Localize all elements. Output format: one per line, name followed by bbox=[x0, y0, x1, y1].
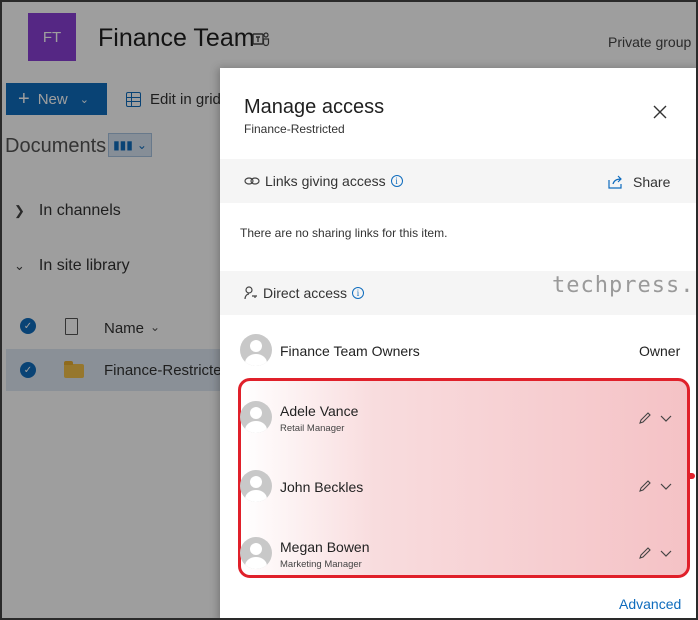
advanced-link[interactable]: Advanced bbox=[619, 596, 681, 612]
links-section-label: Links giving access bbox=[265, 173, 386, 189]
pencil-icon[interactable] bbox=[638, 546, 652, 560]
avatar bbox=[240, 470, 272, 502]
direct-access-label: Direct access bbox=[263, 285, 348, 301]
links-section-header: Links giving access i Share bbox=[220, 159, 696, 203]
permission-controls bbox=[638, 546, 672, 560]
links-section-title: Links giving access i bbox=[244, 173, 403, 189]
screenshot-frame: FT Finance Team Private group + New ⌄ Ed… bbox=[0, 0, 698, 620]
watermark-text: techpress.net bbox=[552, 273, 696, 298]
person-key-icon bbox=[244, 286, 257, 300]
member-title: Retail Manager bbox=[280, 423, 345, 434]
close-icon[interactable] bbox=[650, 102, 670, 122]
link-icon bbox=[244, 177, 260, 185]
member-name: Adele Vance bbox=[280, 403, 359, 419]
chevron-down-icon[interactable] bbox=[660, 547, 672, 559]
list-item-person[interactable]: Adele Vance Retail Manager bbox=[240, 401, 358, 434]
member-name: Finance Team Owners bbox=[280, 343, 420, 359]
chevron-down-icon[interactable] bbox=[660, 480, 672, 492]
list-item-person[interactable]: John Beckles bbox=[240, 470, 363, 502]
member-title: Marketing Manager bbox=[280, 559, 362, 570]
member-name: John Beckles bbox=[280, 479, 364, 495]
manage-access-panel: Manage access Finance-Restricted Links g… bbox=[220, 68, 696, 618]
share-icon bbox=[608, 175, 622, 189]
panel-subtitle: Finance-Restricted bbox=[244, 122, 345, 136]
no-links-message: There are no sharing links for this item… bbox=[240, 226, 448, 240]
list-item-person[interactable]: Megan Bowen Marketing Manager bbox=[240, 537, 370, 570]
avatar bbox=[240, 537, 272, 569]
permission-controls bbox=[638, 411, 672, 425]
info-icon[interactable]: i bbox=[352, 287, 365, 299]
member-name: Megan Bowen bbox=[280, 539, 370, 555]
share-button[interactable]: Share bbox=[608, 174, 670, 190]
avatar bbox=[240, 334, 272, 366]
member-role: Owner bbox=[639, 343, 681, 359]
panel-title: Manage access bbox=[244, 96, 385, 118]
pencil-icon[interactable] bbox=[638, 411, 652, 425]
list-item-owner-group[interactable]: Finance Team Owners bbox=[240, 334, 420, 366]
direct-access-title: Direct access i bbox=[244, 285, 365, 301]
permission-controls bbox=[638, 479, 672, 493]
info-icon[interactable]: i bbox=[390, 175, 403, 187]
chevron-down-icon[interactable] bbox=[660, 412, 672, 424]
pencil-icon[interactable] bbox=[638, 479, 652, 493]
avatar bbox=[240, 401, 272, 433]
share-label: Share bbox=[633, 174, 671, 190]
